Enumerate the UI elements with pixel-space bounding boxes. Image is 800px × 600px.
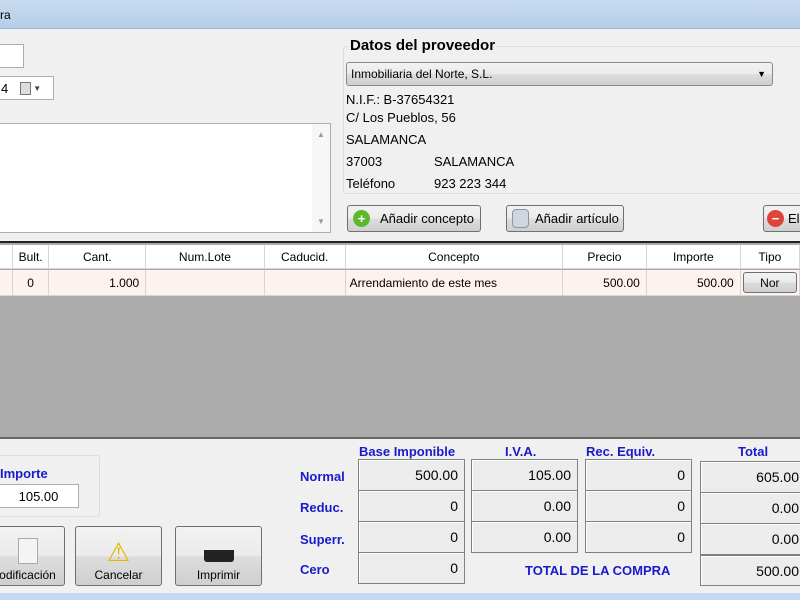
document-edit-icon [17, 538, 38, 564]
minus-icon: − [767, 210, 784, 227]
col-header-bult[interactable]: Bult. [13, 245, 50, 268]
cell-cant[interactable]: 1.000 [49, 270, 147, 295]
supplier-heading: Datos del proveedor [348, 37, 498, 54]
supplier-postal-city: SALAMANCA [434, 154, 515, 169]
row-selector[interactable] [0, 270, 13, 295]
grid-header: Bult. Cant. Num.Lote Caducid. Concepto P… [0, 245, 800, 269]
col-header-importe[interactable]: Importe [647, 245, 741, 268]
date-picker[interactable]: 4 ▼ [0, 76, 54, 100]
notes-textarea[interactable]: ▲ ▼ [0, 123, 331, 233]
window-bottom-border [0, 593, 800, 600]
cancel-label: Cancelar [94, 568, 143, 582]
col-header-tipo[interactable]: Tipo [741, 245, 800, 268]
cell-bult[interactable]: 0 [13, 270, 50, 295]
scrollbar[interactable]: ▲ ▼ [312, 124, 330, 232]
table-row[interactable]: 0 1.000 Arrendamiento de este mes 500.00… [0, 270, 800, 296]
printer-icon [203, 542, 234, 562]
modify-button[interactable]: odificación [0, 526, 65, 586]
rec-reduc: 0 [585, 490, 692, 522]
col-header-precio[interactable]: Precio [563, 245, 647, 268]
supplier-postal-code: 37003 [346, 154, 383, 169]
rec-superr: 0 [585, 521, 692, 553]
col-header-caducid[interactable]: Caducid. [265, 245, 346, 268]
add-concept-button[interactable]: + Añadir concepto [347, 205, 481, 232]
cancel-button[interactable]: ⚠ Cancelar [75, 526, 162, 586]
base-superr: 0 [358, 521, 465, 553]
row-label-cero: Cero [300, 562, 330, 577]
supplier-address: C/ Los Pueblos, 56 [346, 110, 456, 125]
rec-normal: 0 [585, 459, 692, 491]
window-title: ra [0, 8, 11, 22]
row-label-superr: Superr. [300, 532, 345, 547]
delete-label: El [788, 211, 800, 226]
supplier-phone-label: Teléfono [346, 176, 396, 191]
col-header-lote[interactable]: Num.Lote [146, 245, 265, 268]
title-bar: ra [0, 0, 800, 29]
chevron-down-icon[interactable]: ▼ [33, 84, 41, 93]
plus-icon: + [353, 210, 370, 227]
text-field[interactable] [0, 44, 24, 68]
base-reduc: 0 [358, 490, 465, 522]
base-normal: 500.00 [358, 459, 465, 491]
header-total: Total [738, 444, 769, 459]
cell-caducid[interactable] [265, 270, 346, 295]
add-article-label: Añadir artículo [535, 211, 619, 226]
header-base: Base Imponible [359, 444, 456, 459]
header-rec: Rec. Equiv. [586, 444, 656, 459]
total-superr: 0.00 [700, 523, 800, 555]
modify-label: odificación [0, 568, 56, 582]
database-add-icon [512, 209, 529, 228]
date-value: 4 [1, 80, 9, 96]
add-article-button[interactable]: Añadir artículo [506, 205, 624, 232]
cell-lote[interactable] [146, 270, 265, 295]
print-button[interactable]: Imprimir [175, 526, 262, 586]
scroll-down-icon[interactable]: ▼ [317, 217, 325, 226]
delete-button[interactable]: − El [763, 205, 800, 232]
supplier-city: SALAMANCA [346, 132, 427, 147]
total-normal: 605.00 [700, 461, 800, 493]
iva-superr: 0.00 [471, 521, 578, 553]
iva-reduc: 0.00 [471, 490, 578, 522]
col-header-select[interactable] [0, 245, 13, 268]
chevron-down-icon: ▼ [757, 69, 766, 79]
row-label-normal: Normal [300, 469, 345, 484]
grand-total-label: TOTAL DE LA COMPRA [525, 563, 671, 578]
col-header-concepto[interactable]: Concepto [346, 245, 563, 268]
row-label-reduc: Reduc. [300, 500, 344, 515]
grand-total-value: 500.00 [700, 555, 800, 586]
cell-concepto[interactable]: Arrendamiento de este mes [346, 270, 563, 295]
cell-tipo[interactable]: Nor [741, 270, 800, 295]
add-concept-label: Añadir concepto [380, 211, 474, 226]
supplier-phone: 923 223 344 [434, 176, 507, 191]
supplier-select[interactable]: Inmobiliaria del Norte, S.L. ▼ [346, 62, 773, 86]
header-iva: I.V.A. [505, 444, 537, 459]
importe-field[interactable]: 105.00 [0, 484, 79, 508]
scroll-up-icon[interactable]: ▲ [317, 130, 325, 139]
calendar-icon[interactable] [20, 81, 32, 95]
cell-importe[interactable]: 500.00 [647, 270, 741, 295]
iva-normal: 105.00 [471, 459, 578, 491]
tipo-button[interactable]: Nor [742, 272, 797, 293]
supplier-nif: N.I.F.: B-37654321 [346, 92, 455, 107]
cell-precio[interactable]: 500.00 [563, 270, 647, 295]
supplier-selected: Inmobiliaria del Norte, S.L. [351, 67, 493, 81]
total-reduc: 0.00 [700, 492, 800, 524]
warning-icon: ⚠ [106, 537, 131, 567]
importe-label: Importe [0, 466, 48, 481]
col-header-cant[interactable]: Cant. [49, 245, 147, 268]
print-label: Imprimir [196, 568, 241, 582]
base-cero: 0 [358, 552, 465, 584]
